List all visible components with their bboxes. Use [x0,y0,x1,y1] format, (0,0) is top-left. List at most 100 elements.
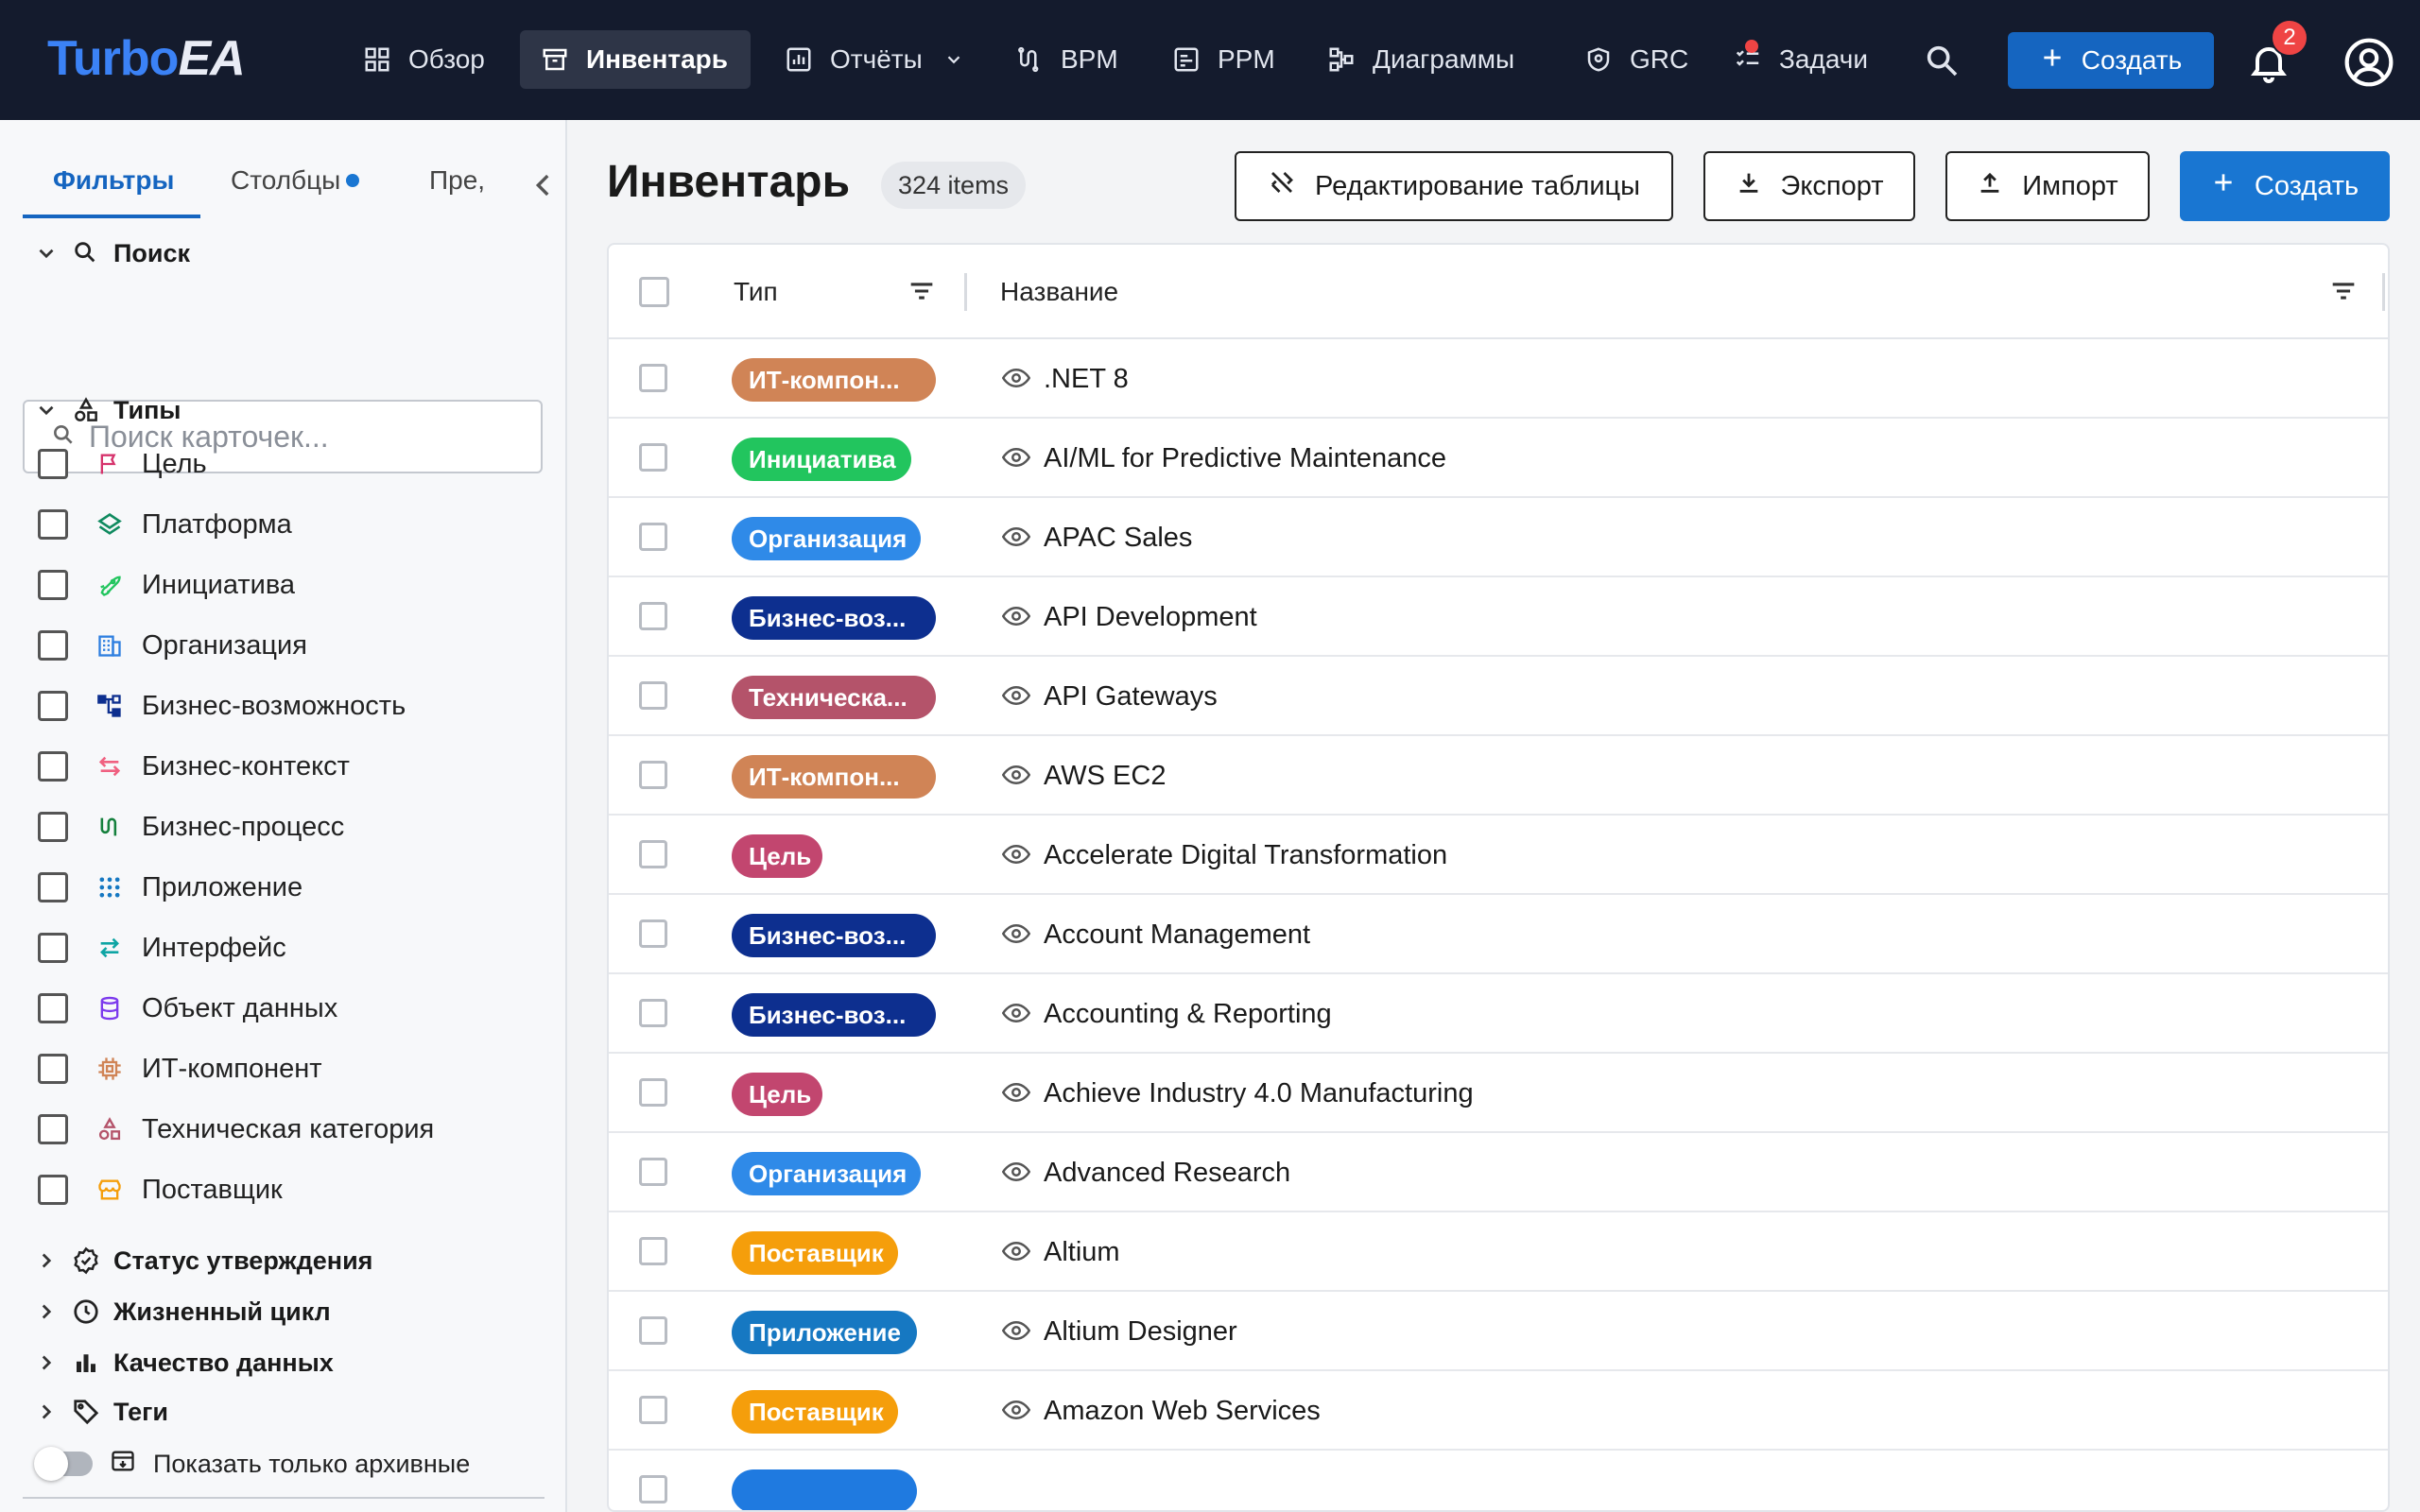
eye-icon[interactable] [1001,921,1032,948]
import-button[interactable]: Импорт [1945,151,2150,221]
table-row[interactable]: Бизнес-воз... API Development [609,577,2388,657]
export-button[interactable]: Экспорт [1703,151,1915,221]
card-name[interactable]: AI/ML for Predictive Maintenance [1044,419,1446,498]
checkbox[interactable] [38,933,68,963]
row-checkbox[interactable] [639,1396,667,1424]
row-checkbox[interactable] [639,681,667,710]
type-filter-goal[interactable]: Цель [38,438,207,490]
type-filter-interface[interactable]: Интерфейс [38,921,286,974]
table-row[interactable]: Организация Advanced Research [609,1133,2388,1212]
filter-icon[interactable] [906,275,940,309]
card-name[interactable]: Account Management [1044,895,1310,974]
card-name[interactable]: Altium Designer [1044,1292,1237,1371]
card-name[interactable]: APAC Sales [1044,498,1192,577]
type-filter-initiative[interactable]: Инициатива [38,558,295,611]
nav-diagrams[interactable]: Диаграммы [1306,30,1533,89]
column-header-type[interactable]: Тип [734,245,778,339]
row-checkbox[interactable] [639,364,667,392]
card-name[interactable]: Accelerate Digital Transformation [1044,816,1447,895]
nav-tasks[interactable]: Задачи [1713,30,1887,89]
search-icon[interactable] [1923,42,1961,79]
type-filter-business-capability[interactable]: Бизнес-возможность [38,679,406,732]
checkbox[interactable] [38,1175,68,1205]
eye-icon[interactable] [1001,1001,1032,1027]
card-name[interactable]: Altium [1044,1212,1120,1292]
table-row[interactable]: Бизнес-воз... Accounting & Reporting [609,974,2388,1054]
table-row[interactable]: Техническа... API Gateways [609,657,2388,736]
nav-overview[interactable]: Обзор [342,30,504,89]
type-filter-organization[interactable]: Организация [38,619,307,672]
checkbox[interactable] [38,691,68,721]
row-checkbox[interactable] [639,1158,667,1186]
nav-reports[interactable]: Отчёты [764,30,989,89]
table-row[interactable]: Организация APAC Sales [609,498,2388,577]
eye-icon[interactable] [1001,1080,1032,1107]
card-name[interactable]: .NET 8 [1044,339,1129,419]
checkbox[interactable] [38,509,68,540]
archived-only-toggle-row[interactable]: Показать только архивные [34,1442,470,1486]
eye-icon[interactable] [1001,1160,1032,1186]
card-name[interactable]: API Gateways [1044,657,1218,736]
row-checkbox[interactable] [639,523,667,551]
type-filter-it-component[interactable]: ИТ-компонент [38,1042,322,1095]
type-filter-application[interactable]: Приложение [38,861,302,914]
checkbox[interactable] [38,872,68,902]
checkbox[interactable] [38,630,68,661]
row-checkbox[interactable] [639,1237,667,1265]
eye-icon[interactable] [1001,683,1032,710]
row-checkbox[interactable] [639,1475,667,1503]
column-resize-handle[interactable] [2382,273,2385,311]
row-checkbox[interactable] [639,602,667,630]
eye-icon[interactable] [1001,842,1032,868]
table-row[interactable] [609,1451,2388,1510]
table-row[interactable]: Поставщик Amazon Web Services [609,1371,2388,1451]
eye-icon[interactable] [1001,366,1032,392]
card-name[interactable]: Advanced Research [1044,1133,1290,1212]
table-row[interactable]: Приложение Altium Designer [609,1292,2388,1371]
column-resize-handle[interactable] [964,273,967,311]
card-name[interactable]: API Development [1044,577,1257,657]
table-row[interactable]: Инициатива AI/ML for Predictive Maintenan… [609,419,2388,498]
row-checkbox[interactable] [639,840,667,868]
checkbox[interactable] [38,812,68,842]
checkbox[interactable] [38,1054,68,1084]
row-checkbox[interactable] [639,919,667,948]
table-row[interactable]: ИТ-компон... AWS EC2 [609,736,2388,816]
type-filter-data-object[interactable]: Объект данных [38,982,337,1035]
eye-icon[interactable] [1001,1318,1032,1345]
nav-bpm[interactable]: BPM [994,30,1137,89]
row-checkbox[interactable] [639,1078,667,1107]
tab-presets[interactable]: Пре, [429,141,509,220]
create-button[interactable]: Создать [2008,32,2214,89]
table-row[interactable]: Цель Accelerate Digital Transformation [609,816,2388,895]
row-checkbox[interactable] [639,1316,667,1345]
type-filter-platform[interactable]: Платформа [38,498,292,551]
checkbox[interactable] [38,449,68,479]
create-card-button[interactable]: Создать [2180,151,2390,221]
app-logo[interactable]: TurboEA [47,30,246,87]
card-name[interactable]: Accounting & Reporting [1044,974,1332,1054]
collapse-sidebar-icon[interactable] [527,169,560,201]
lifecycle-section[interactable]: Жизненный цикл [34,1288,331,1335]
checkbox[interactable] [38,993,68,1023]
archived-toggle[interactable] [34,1447,93,1481]
type-filter-business-process[interactable]: Бизнес-процесс [38,800,344,853]
select-all-checkbox[interactable] [639,277,669,307]
checkbox[interactable] [38,751,68,782]
type-filter-business-context[interactable]: Бизнес-контекст [38,740,350,793]
nav-ppm[interactable]: PPM [1151,30,1294,89]
card-name[interactable]: Amazon Web Services [1044,1371,1321,1451]
row-checkbox[interactable] [639,999,667,1027]
checkbox[interactable] [38,1114,68,1144]
filter-icon[interactable] [2327,275,2361,309]
data-quality-section[interactable]: Качество данных [34,1339,334,1386]
column-header-name[interactable]: Название [1000,245,1118,339]
card-name[interactable]: AWS EC2 [1044,736,1166,816]
table-row[interactable]: Бизнес-воз... Account Management [609,895,2388,974]
eye-icon[interactable] [1001,524,1032,551]
account-icon[interactable] [2342,36,2395,89]
tags-section[interactable]: Теги [34,1388,168,1435]
table-row[interactable]: ИТ-компон... .NET 8 [609,339,2388,419]
tab-columns[interactable]: Столбцы [231,141,360,220]
type-filter-provider[interactable]: Поставщик [38,1163,283,1216]
